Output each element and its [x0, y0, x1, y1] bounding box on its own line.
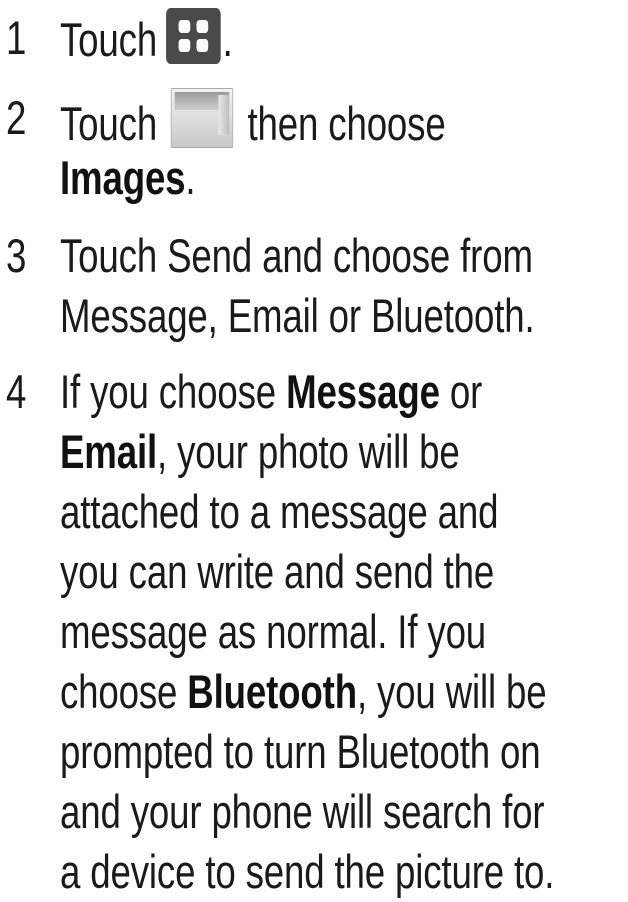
step-text: Touch.: [60, 8, 622, 68]
step-1-prefix: Touch: [60, 13, 158, 66]
step-1-suffix: .: [222, 13, 233, 66]
step-2-suffix: then choose: [247, 97, 446, 150]
step-number: 1: [6, 11, 27, 64]
gallery-icon: [171, 88, 234, 148]
step-4-line-5: message as normal. If you: [60, 605, 487, 658]
step-4-line-7: prompted to turn Bluetooth on: [60, 725, 541, 778]
message-option: Message: [286, 365, 440, 418]
step-4-text: or: [439, 365, 483, 418]
step-4-line-3: attached to a message and: [60, 485, 499, 538]
step-text: Touch Send and choose from Message, Emai…: [60, 226, 622, 346]
bluetooth-option: Bluetooth: [187, 665, 357, 718]
step-text: If you choose Message or Email, your pho…: [60, 362, 622, 902]
step-2-end: .: [185, 151, 196, 204]
step-number: 2: [6, 91, 27, 144]
step-4-text: , you will be: [356, 665, 547, 718]
step-4-line-9: a device to send the picture to.: [60, 845, 555, 898]
step-4-line-4: you can write and send the: [60, 545, 495, 598]
step-4-text: , your photo will be: [157, 425, 460, 478]
step-4-text: If you choose: [60, 365, 287, 418]
step-number: 3: [6, 229, 27, 282]
apps-grid-icon: [166, 8, 222, 64]
step-4-line-8: and your phone will search for: [60, 785, 545, 838]
step-number: 4: [6, 365, 27, 418]
images-option: Images: [60, 151, 186, 204]
step-2-prefix: Touch: [60, 97, 158, 150]
step-3-line-2: Message, Email or Bluetooth.: [60, 289, 535, 342]
email-option: Email: [60, 425, 158, 478]
step-3-line-1: Touch Send and choose from: [60, 229, 533, 282]
step-text: Touch then choose Images.: [60, 88, 622, 208]
step-4-text: choose: [60, 665, 188, 718]
